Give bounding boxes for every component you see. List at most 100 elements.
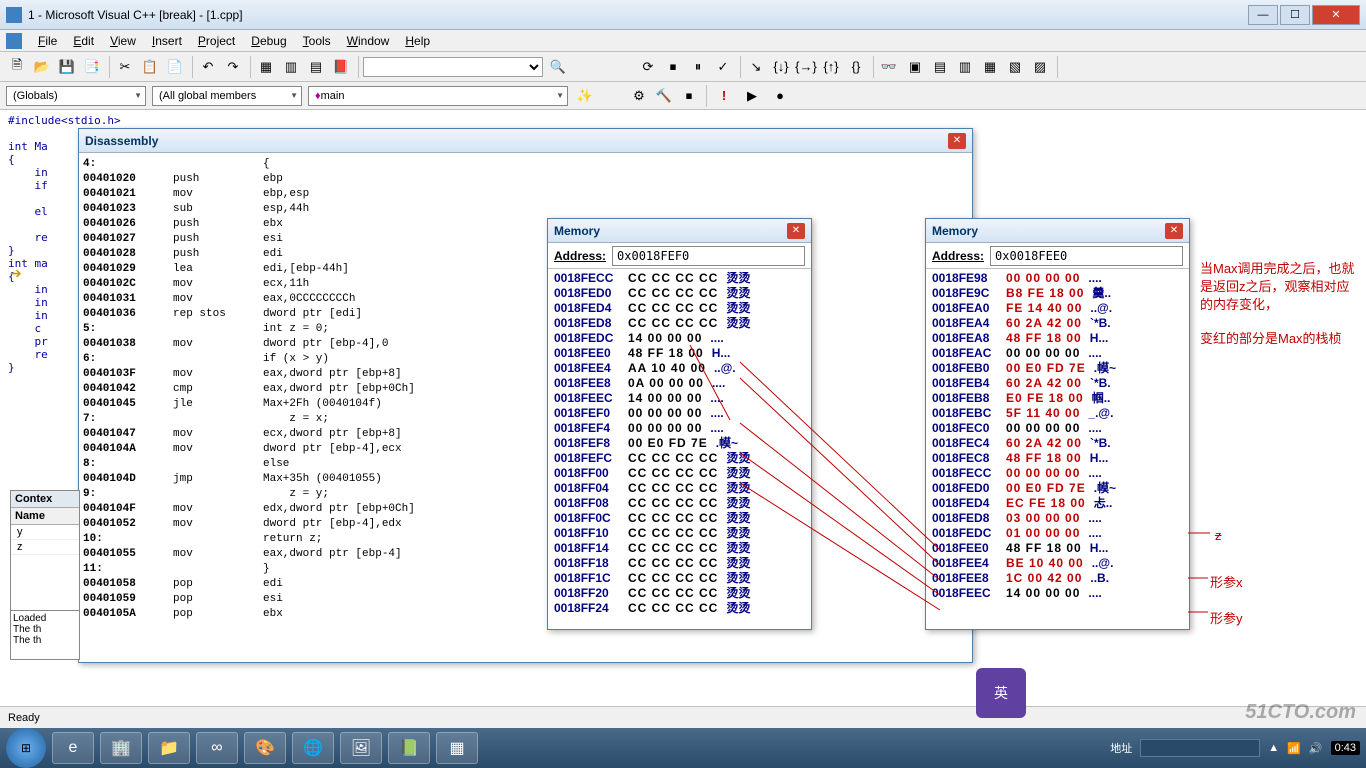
memory-row[interactable]: 0018FED8CC CC CC CC烫烫 — [554, 316, 805, 331]
stop-icon[interactable]: ⏹ — [662, 56, 684, 78]
task-ie-icon[interactable]: e — [52, 732, 94, 764]
globals-combo[interactable]: (Globals) — [6, 86, 146, 106]
build-icon[interactable]: ⚙ — [628, 85, 650, 107]
new-icon[interactable]: 🗎 — [6, 56, 28, 78]
menu-debug[interactable]: Debug — [243, 32, 294, 50]
memory-row[interactable]: 0018FED4EC FE 18 00忐.. — [932, 496, 1183, 511]
disasm-line[interactable]: 00401055moveax,dword ptr [ebp-4] — [83, 547, 968, 562]
memory-row[interactable]: 0018FED000 E0 FD 7E.幙~ — [932, 481, 1183, 496]
memory-row[interactable]: 0018FECC00 00 00 00.... — [932, 466, 1183, 481]
disasm-line[interactable]: 11:} — [83, 562, 968, 577]
disasm-line[interactable]: 00401021movebp,esp — [83, 187, 968, 202]
output-panel[interactable]: Loaded The th The th — [10, 610, 80, 660]
disasm-line[interactable]: 0040102Cmovecx,11h — [83, 277, 968, 292]
cut-icon[interactable]: ✂ — [114, 56, 136, 78]
disasm-line[interactable]: 00401029leaedi,[ebp-44h] — [83, 262, 968, 277]
stepinto-icon[interactable]: {↓} — [770, 56, 792, 78]
memory-row[interactable]: 0018FEB8E0 FE 18 00帼.. — [932, 391, 1183, 406]
memory-row[interactable]: 0018FEF000 00 00 00.... — [554, 406, 805, 421]
copy-icon[interactable]: 📋 — [139, 56, 161, 78]
memory-row[interactable]: 0018FF10CC CC CC CC烫烫 — [554, 526, 805, 541]
memory-row[interactable]: 0018FEEC14 00 00 00.... — [554, 391, 805, 406]
mem2-rows[interactable]: 0018FE9800 00 00 00....0018FE9CB8 FE 18 … — [926, 269, 1189, 603]
disasm-line[interactable]: 0040105Apopebx — [83, 607, 968, 622]
task-vs-icon[interactable]: ∞ — [196, 732, 238, 764]
start-button[interactable]: ⊞ — [6, 728, 46, 768]
mem2-addr-input[interactable] — [990, 246, 1183, 266]
restart-icon[interactable]: ⟳ — [637, 56, 659, 78]
break-icon[interactable]: ⏸ — [687, 56, 709, 78]
runto-icon[interactable]: {} — [845, 56, 867, 78]
memory-row[interactable]: 0018FF14CC CC CC CC烫烫 — [554, 541, 805, 556]
mem2-close-icon[interactable]: ✕ — [1165, 223, 1183, 239]
tray-network-icon[interactable]: 📶 — [1287, 742, 1301, 755]
disasm-line[interactable]: 00401020pushebp — [83, 172, 968, 187]
disasm-line[interactable]: 00401052movdword ptr [ebp-4],edx — [83, 517, 968, 532]
stop2-icon[interactable]: ⏹ — [678, 85, 700, 107]
memory-row[interactable]: 0018FED0CC CC CC CC烫烫 — [554, 286, 805, 301]
saveall-icon[interactable]: 📑 — [81, 56, 103, 78]
disasm-line[interactable]: 10:return z; — [83, 532, 968, 547]
disasm-line[interactable]: 6:if (x > y) — [83, 352, 968, 367]
wizard-icon[interactable]: ✨ — [574, 85, 596, 107]
disasm-body[interactable]: 4:{00401020pushebp00401021movebp,esp 0040… — [79, 153, 972, 663]
execute-icon[interactable]: ▶ — [741, 85, 763, 107]
undo-icon[interactable]: ↶ — [197, 56, 219, 78]
compile-icon[interactable]: 🔨 — [653, 85, 675, 107]
disasm-line[interactable]: 0040104Amovdword ptr [ebp-4],ecx — [83, 442, 968, 457]
memory-row[interactable]: 0018FEBC5F 11 40 00_.@. — [932, 406, 1183, 421]
mem1-addr-input[interactable] — [612, 246, 805, 266]
vars-icon[interactable]: ▤ — [929, 56, 951, 78]
memory-row[interactable]: 0018FF18CC CC CC CC烫烫 — [554, 556, 805, 571]
memory-icon[interactable]: ▦ — [979, 56, 1001, 78]
task-app-icon[interactable]: 🏢 — [100, 732, 142, 764]
tray-icon[interactable]: ▲ — [1268, 742, 1279, 754]
registers-icon[interactable]: ▥ — [954, 56, 976, 78]
memory-row[interactable]: 0018FEF800 E0 FD 7E.幙~ — [554, 436, 805, 451]
menu-edit[interactable]: Edit — [65, 32, 102, 50]
task-app2-icon[interactable]: ▦ — [436, 732, 478, 764]
disasm-line[interactable]: 00401059popesi — [83, 592, 968, 607]
open-icon[interactable]: 📂 — [31, 56, 53, 78]
tray-clock[interactable]: 0:43 — [1331, 741, 1360, 755]
menu-tools[interactable]: Tools — [295, 32, 339, 50]
disasm-line[interactable]: 0040104DjmpMax+35h (00401055) — [83, 472, 968, 487]
breakpoint-icon[interactable]: ● — [769, 85, 791, 107]
menu-file[interactable]: File — [30, 32, 65, 50]
find-combo[interactable] — [363, 57, 543, 77]
memory-row[interactable]: 0018FEB000 E0 FD 7E.幙~ — [932, 361, 1183, 376]
book-icon[interactable]: 📕 — [330, 56, 352, 78]
redo-icon[interactable]: ↷ — [222, 56, 244, 78]
minimize-button[interactable]: — — [1248, 5, 1278, 25]
memory-row[interactable]: 0018FE9CB8 FE 18 00羹.. — [932, 286, 1183, 301]
memory-row[interactable]: 0018FF20CC CC CC CC烫烫 — [554, 586, 805, 601]
memory-row[interactable]: 0018FEA0FE 14 40 00..@. — [932, 301, 1183, 316]
tray-addr-input[interactable] — [1140, 739, 1260, 757]
disasm-icon[interactable]: ▨ — [1029, 56, 1051, 78]
memory-row[interactable]: 0018FEE048 FF 18 00H... — [554, 346, 805, 361]
save-icon[interactable]: 💾 — [56, 56, 78, 78]
disasm-line[interactable]: 00401058popedi — [83, 577, 968, 592]
memory-row[interactable]: 0018FED803 00 00 00.... — [932, 511, 1183, 526]
apply-icon[interactable]: ✓ — [712, 56, 734, 78]
memory-row[interactable]: 0018FEE80A 00 00 00.... — [554, 376, 805, 391]
memory-row[interactable]: 0018FEFCCC CC CC CC烫烫 — [554, 451, 805, 466]
task-image-icon[interactable]: 🖼 — [340, 732, 382, 764]
disasm-line[interactable]: 4:{ — [83, 157, 968, 172]
stepout-icon[interactable]: {↑} — [820, 56, 842, 78]
func-combo[interactable]: ♦ main — [308, 86, 568, 106]
stepover-icon[interactable]: {→} — [795, 56, 817, 78]
menu-help[interactable]: Help — [397, 32, 438, 50]
memory-row[interactable]: 0018FF08CC CC CC CC烫烫 — [554, 496, 805, 511]
members-combo[interactable]: (All global members — [152, 86, 302, 106]
disasm-line[interactable]: 00401031moveax,0CCCCCCCCh — [83, 292, 968, 307]
disasm-line[interactable]: 00401028pushedi — [83, 247, 968, 262]
menu-view[interactable]: View — [102, 32, 144, 50]
go-icon[interactable]: ! — [713, 85, 735, 107]
task-chrome-icon[interactable]: 🌐 — [292, 732, 334, 764]
memory-row[interactable]: 0018FEE048 FF 18 00H... — [932, 541, 1183, 556]
memory-row[interactable]: 0018FECCCC CC CC CC烫烫 — [554, 271, 805, 286]
ime-indicator[interactable]: 英 — [976, 668, 1026, 718]
output-icon[interactable]: ▥ — [280, 56, 302, 78]
mem1-close-icon[interactable]: ✕ — [787, 223, 805, 239]
